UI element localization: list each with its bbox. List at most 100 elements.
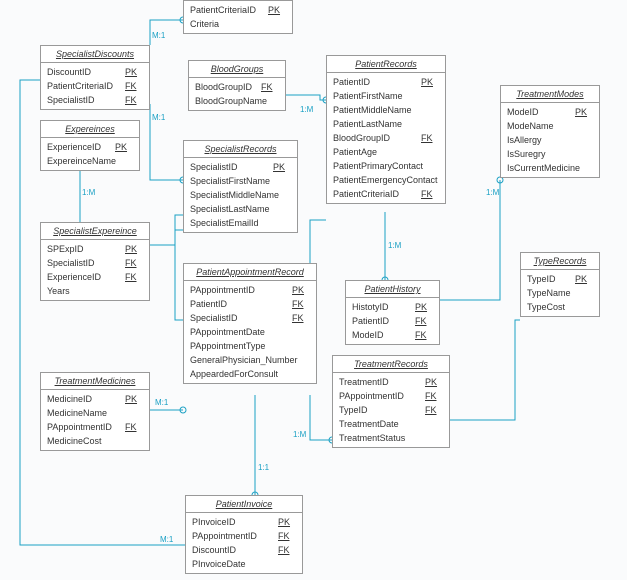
attr-key [278, 558, 296, 570]
attr-name: PAppointmentID [47, 421, 125, 433]
attr-row: TypeIDPK [521, 272, 599, 286]
attr-name: GeneralPhysician_Number [190, 354, 298, 366]
attr-key: FK [425, 404, 443, 416]
attr-key: PK [415, 301, 433, 313]
attr-row: DiscountIDFK [186, 543, 302, 557]
attr-row: ExpereinceName [41, 154, 139, 168]
attr-key [125, 435, 143, 447]
attr-row: PatientMiddleName [327, 103, 445, 117]
attr-name: IsCurrentMedicine [507, 162, 580, 174]
attr-row: MedicineIDPK [41, 392, 149, 406]
attr-key [125, 285, 143, 297]
attr-row: PatientFirstName [327, 89, 445, 103]
entity-body: HistotyIDPK PatientIDFK ModeIDFK [346, 298, 439, 344]
attr-key: FK [261, 81, 279, 93]
entity-body: ExperienceIDPK ExpereinceName [41, 138, 139, 170]
attr-key: FK [278, 544, 296, 556]
attr-name: ModeName [507, 120, 575, 132]
attr-key: FK [415, 315, 433, 327]
attr-row: IsCurrentMedicine [501, 161, 599, 175]
attr-row: SpecialistIDFK [41, 256, 149, 270]
attr-row: Criteria [184, 17, 292, 31]
attr-row: PatientCriteriaIDFK [327, 187, 445, 201]
attr-name: DiscountID [47, 66, 125, 78]
attr-key: FK [421, 132, 439, 144]
attr-name: SpecialistMiddleName [190, 189, 279, 201]
entity-body: DiscountIDPK PatientCriteriaIDFK Special… [41, 63, 149, 109]
attr-key [421, 90, 439, 102]
attr-row: MedicineName [41, 406, 149, 420]
attr-name: TreatmentDate [339, 418, 425, 430]
entity-title: Expereinces [41, 121, 139, 138]
attr-name: BloodGroupName [195, 95, 267, 107]
attr-row: BloodGroupName [189, 94, 285, 108]
entity-treatment-modes: TreatmentModes ModeIDPK ModeName IsAller… [500, 85, 600, 178]
attr-key [575, 134, 593, 146]
attr-key: FK [292, 298, 310, 310]
entity-body: PAppointmentIDPK PatientIDFK SpecialistI… [184, 281, 316, 383]
attr-name: TypeCost [527, 301, 575, 313]
attr-key: FK [425, 390, 443, 402]
attr-key [116, 155, 133, 167]
attr-name: PatientMiddleName [333, 104, 421, 116]
attr-name: PatientPrimaryContact [333, 160, 423, 172]
attr-row: BloodGroupIDFK [189, 80, 285, 94]
entity-title: SpecialistRecords [184, 141, 297, 158]
attr-name: TypeID [527, 273, 575, 285]
attr-name: SpecialistFirstName [190, 175, 273, 187]
entity-body: SPExpIDPK SpecialistIDFK ExperienceIDFK … [41, 240, 149, 300]
attr-name: MedicineName [47, 407, 125, 419]
attr-name: PatientCriteriaID [47, 80, 125, 92]
attr-key [575, 301, 593, 313]
attr-name: ExpereinceName [47, 155, 116, 167]
entity-body: PatientCriteriaIDPK Criteria [184, 1, 292, 33]
attr-row: SpecialistIDFK [41, 93, 149, 107]
attr-row: TypeName [521, 286, 599, 300]
attr-row: PatientCriteriaIDFK [41, 79, 149, 93]
entity-title: TreatmentMedicines [41, 373, 149, 390]
attr-name: Criteria [190, 18, 268, 30]
attr-name: IsSuregry [507, 148, 575, 160]
attr-row: IsSuregry [501, 147, 599, 161]
attr-name: DiscountID [192, 544, 278, 556]
attr-name: SpecialistID [47, 94, 125, 106]
attr-key [438, 174, 439, 186]
attr-key: PK [575, 106, 593, 118]
attr-key [292, 340, 310, 352]
svg-text:1:1: 1:1 [258, 463, 270, 472]
attr-name: PInvoiceID [192, 516, 278, 528]
attr-key [575, 120, 593, 132]
attr-row: ModeName [501, 119, 599, 133]
svg-text:1:M: 1:M [82, 188, 96, 197]
entity-specialist-records: SpecialistRecords SpecialistIDPK Special… [183, 140, 298, 233]
entity-body: PInvoiceIDPK PAppointmentIDFK DiscountID… [186, 513, 302, 573]
attr-key: FK [278, 530, 296, 542]
svg-text:M:1: M:1 [160, 535, 174, 544]
attr-row: PAppointmentDate [184, 325, 316, 339]
attr-key: PK [278, 516, 296, 528]
entity-title: PatientHistory [346, 281, 439, 298]
attr-row: PatientCriteriaIDPK [184, 3, 292, 17]
attr-row: IsAllergy [501, 133, 599, 147]
attr-key [425, 432, 443, 444]
attr-key: PK [425, 376, 443, 388]
attr-name: AppeardedForConsult [190, 368, 292, 380]
attr-key [425, 418, 443, 430]
attr-name: PAppointmentDate [190, 326, 292, 338]
entity-patient-appointment-record: PatientAppointmentRecord PAppointmentIDP… [183, 263, 317, 384]
attr-key: PK [125, 393, 143, 405]
attr-name: TypeID [339, 404, 425, 416]
attr-row: BloodGroupIDFK [327, 131, 445, 145]
attr-row: GeneralPhysician_Number [184, 353, 316, 367]
attr-name: PAppointmentID [339, 390, 425, 402]
attr-name: SpecialistEmailId [190, 217, 273, 229]
attr-name: ModeID [507, 106, 575, 118]
attr-name: SpecialistID [190, 312, 292, 324]
attr-row: PAppointmentType [184, 339, 316, 353]
attr-name: PatientCriteriaID [333, 188, 421, 200]
attr-row: MedicineCost [41, 434, 149, 448]
entity-treatment-records: TreatmentRecords TreatmentIDPK PAppointm… [332, 355, 450, 448]
attr-name: SpecialistLastName [190, 203, 273, 215]
attr-row: AppeardedForConsult [184, 367, 316, 381]
attr-key [575, 148, 593, 160]
